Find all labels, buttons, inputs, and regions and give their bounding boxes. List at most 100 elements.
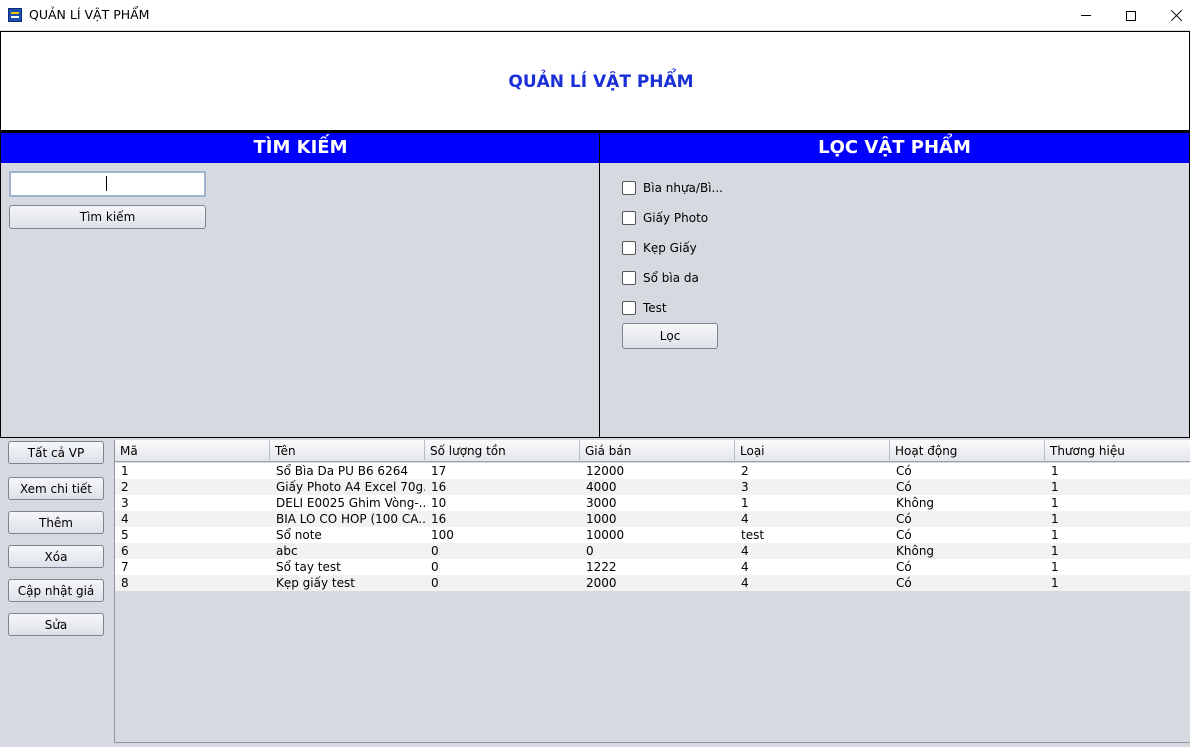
delete-button[interactable]: Xóa — [8, 545, 104, 568]
table-cell: 1 — [121, 464, 129, 478]
filter-option-label: Giấy Photo — [643, 211, 709, 225]
table-cell: Kẹp giấy test — [276, 576, 355, 590]
table-row[interactable]: 6 abc 0 0 4 Không 1 — [115, 543, 1190, 559]
view-details-button[interactable]: Xem chi tiết — [8, 477, 104, 500]
checkbox[interactable] — [622, 211, 636, 225]
table-cell: 2 — [121, 480, 129, 494]
table-cell: 1 — [1051, 576, 1059, 590]
table-cell: 0 — [431, 576, 439, 590]
search-panel-title: TÌM KIẾM — [1, 133, 600, 163]
app-icon — [8, 8, 22, 22]
table-cell: 1 — [1051, 528, 1059, 542]
table-cell: Có — [896, 480, 912, 494]
table-cell: abc — [276, 544, 298, 558]
minimize-icon — [1081, 15, 1091, 16]
search-button[interactable]: Tìm kiếm — [9, 205, 206, 229]
filter-option-label: Bìa nhựa/Bì... — [643, 181, 723, 195]
table-cell: 12000 — [586, 464, 625, 478]
table-cell: 1 — [1051, 480, 1059, 494]
table-cell: 1222 — [586, 560, 617, 574]
add-button[interactable]: Thêm — [8, 511, 104, 534]
table-cell: 0 — [586, 544, 594, 558]
maximize-icon — [1126, 10, 1136, 21]
update-price-button[interactable]: Cập nhật giá — [8, 579, 104, 602]
table-row[interactable]: 5 Sổ note 100 10000 test Có 1 — [115, 527, 1190, 543]
column-header[interactable]: Thương hiệu — [1045, 440, 1190, 462]
table-cell: 1 — [1051, 544, 1059, 558]
close-button[interactable] — [1153, 0, 1190, 31]
table-body: 1 Sổ Bìa Da PU B6 6264 17 12000 2 Có 1 2 Giấy Ph… — [115, 463, 1190, 591]
search-input[interactable] — [9, 171, 206, 197]
table-cell: 4 — [741, 560, 749, 574]
column-header[interactable]: Tên — [270, 440, 425, 462]
table-cell: 3 — [121, 496, 129, 510]
table-cell: 16 — [431, 480, 447, 494]
table-cell: 10 — [431, 496, 447, 510]
checkbox[interactable] — [622, 181, 636, 195]
table-cell: 4 — [741, 544, 749, 558]
column-header[interactable]: Loại — [735, 440, 890, 462]
edit-button[interactable]: Sửa — [8, 613, 104, 636]
table-cell: Có — [896, 560, 912, 574]
table-cell: 100 — [431, 528, 454, 542]
checkbox[interactable] — [622, 301, 636, 315]
table-cell: 1 — [1051, 464, 1059, 478]
table-cell: 0 — [431, 560, 439, 574]
filter-button[interactable]: Lọc — [622, 323, 718, 349]
table-cell: 4 — [121, 512, 129, 526]
table-row[interactable]: 3 DELI E0025 Ghim Vòng-... 10 3000 1 Không 1 — [115, 495, 1190, 511]
table-cell: 4 — [741, 576, 749, 590]
table-cell: 1 — [1051, 560, 1059, 574]
column-header[interactable]: Giá bán — [580, 440, 735, 462]
filter-option-label: Kẹp Giấy — [643, 241, 697, 255]
filter-option[interactable]: Kẹp Giấy — [622, 240, 697, 256]
column-header[interactable]: Hoạt động — [890, 440, 1045, 462]
table-cell: Không — [896, 496, 935, 510]
filter-option[interactable]: Test — [622, 300, 667, 316]
filter-option[interactable]: Sổ bìa da — [622, 270, 699, 286]
table-cell: 4000 — [586, 480, 617, 494]
table-cell: Có — [896, 512, 912, 526]
table-row[interactable]: 7 Sổ tay test 0 1222 4 Có 1 — [115, 559, 1190, 575]
title-bar: QUẢN LÍ VẬT PHẨM — [0, 0, 1190, 31]
table-cell: DELI E0025 Ghim Vòng-... — [276, 496, 425, 510]
table-cell: Sổ note — [276, 528, 322, 542]
filter-option[interactable]: Bìa nhựa/Bì... — [622, 180, 723, 196]
table-row[interactable]: 1 Sổ Bìa Da PU B6 6264 17 12000 2 Có 1 — [115, 463, 1190, 479]
items-table[interactable]: Mã Tên Số lượng tồn Giá bán Loại Hoạt độ… — [114, 440, 1190, 743]
show-all-button[interactable]: Tất cả VP — [8, 441, 104, 464]
table-cell: 1000 — [586, 512, 617, 526]
checkbox[interactable] — [622, 241, 636, 255]
table-row[interactable]: 2 Giấy Photo A4 Excel 70g... 16 4000 3 Có 1 — [115, 479, 1190, 495]
page-title: QUẢN LÍ VẬT PHẨM — [508, 72, 694, 92]
window-title: QUẢN LÍ VẬT PHẨM — [29, 7, 150, 22]
table-cell: 1 — [1051, 496, 1059, 510]
close-icon — [1170, 9, 1183, 22]
table-cell: Không — [896, 544, 935, 558]
filter-option-label: Test — [643, 301, 667, 315]
minimize-button[interactable] — [1063, 0, 1109, 31]
table-cell: 16 — [431, 512, 447, 526]
table-cell: 1 — [741, 496, 749, 510]
app-window: QUẢN LÍ VẬT PHẨM QUẢN LÍ VẬT PHẨM TÌM KI… — [0, 0, 1190, 747]
table-row[interactable]: 8 Kẹp giấy test 0 2000 4 Có 1 — [115, 575, 1190, 591]
table-cell: 1 — [1051, 512, 1059, 526]
filter-option[interactable]: Giấy Photo — [622, 210, 708, 226]
table-cell: Có — [896, 528, 912, 542]
column-header[interactable]: Số lượng tồn — [425, 440, 580, 462]
filter-option-label: Sổ bìa da — [643, 271, 699, 285]
table-cell: test — [741, 528, 765, 542]
table-cell: 10000 — [586, 528, 625, 542]
search-panel: TÌM KIẾM Tìm kiếm — [0, 131, 601, 438]
filter-panel: LỌC VẬT PHẨM Bìa nhựa/Bì... Giấy Photo K… — [599, 131, 1190, 438]
table-cell: 2 — [741, 464, 749, 478]
table-header: Mã Tên Số lượng tồn Giá bán Loại Hoạt độ… — [115, 440, 1190, 462]
table-cell: Sổ tay test — [276, 560, 341, 574]
column-header[interactable]: Mã — [115, 440, 270, 462]
table-row[interactable]: 4 BIA LO CO HOP (100 CA... 16 1000 4 Có 1 — [115, 511, 1190, 527]
checkbox[interactable] — [622, 271, 636, 285]
table-cell: 7 — [121, 560, 129, 574]
maximize-button[interactable] — [1108, 0, 1154, 31]
table-cell: 2000 — [586, 576, 617, 590]
table-cell: Giấy Photo A4 Excel 70g... — [276, 480, 425, 494]
